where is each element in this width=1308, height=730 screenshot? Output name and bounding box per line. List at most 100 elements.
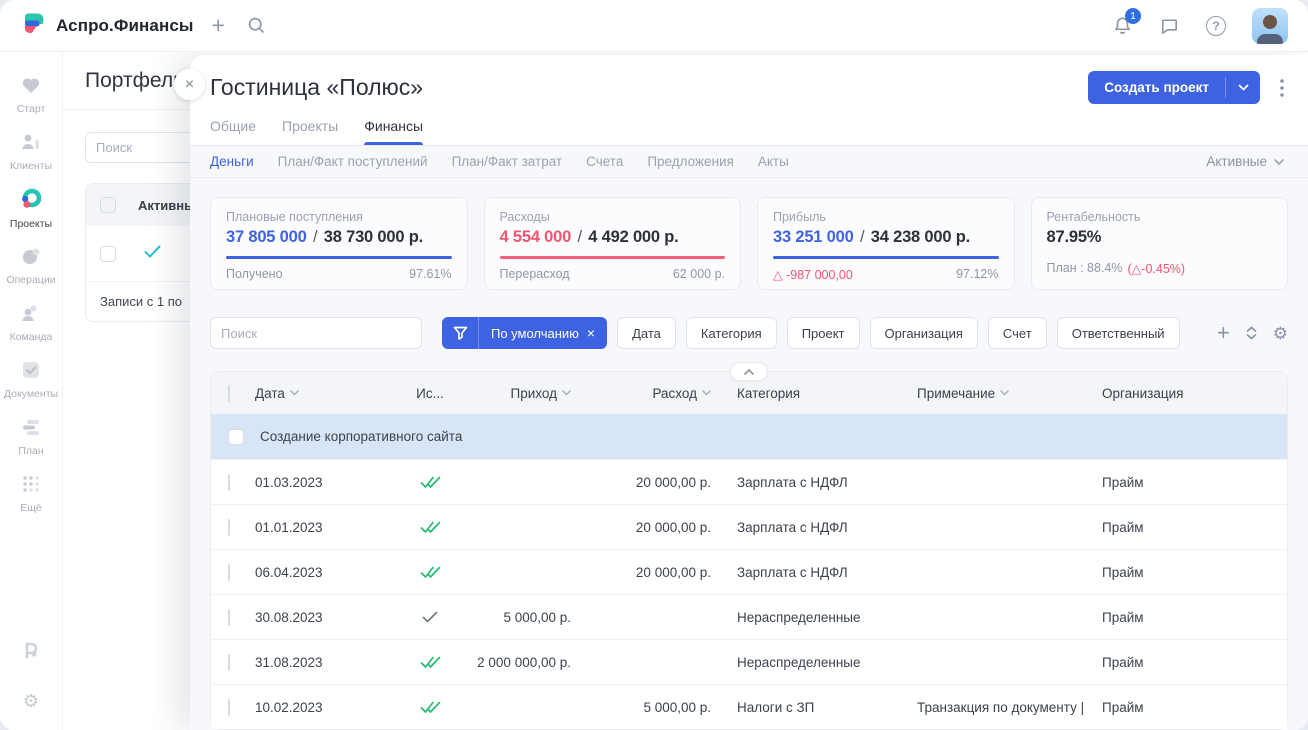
search-icon[interactable] bbox=[247, 16, 266, 35]
subtab-plan-fact-costs[interactable]: План/Факт затрат bbox=[452, 154, 563, 169]
user-avatar[interactable] bbox=[1252, 8, 1288, 44]
status-filter-dropdown[interactable]: Активные bbox=[1206, 154, 1284, 169]
sidebar: Старт Клиенты Проекты Операции bbox=[0, 52, 63, 730]
double-check-icon bbox=[385, 701, 475, 714]
remove-filter-icon[interactable]: × bbox=[587, 325, 607, 341]
expenses-value: 4 554 000 bbox=[500, 228, 572, 246]
avatar-head-shape bbox=[1263, 15, 1277, 29]
group-row[interactable]: Создание корпоративного сайта bbox=[211, 414, 1287, 459]
card-expenses: Расходы 4 554 000 / 4 492 000 р. Перерас… bbox=[484, 197, 742, 290]
row-checkbox[interactable] bbox=[228, 474, 230, 491]
sidebar-item-plan[interactable]: План bbox=[0, 408, 62, 465]
settings-gear-icon[interactable]: ⚙ bbox=[23, 692, 39, 710]
subtab-invoices[interactable]: Счета bbox=[586, 154, 623, 169]
heart-icon bbox=[20, 75, 42, 100]
more-actions-icon[interactable] bbox=[1276, 79, 1288, 97]
sidebar-item-clients[interactable]: Клиенты bbox=[0, 123, 62, 180]
sidebar-item-team[interactable]: Команда bbox=[0, 294, 62, 351]
profitability-delta: (△-0.45%) bbox=[1128, 261, 1186, 276]
transactions-table: Дата Ис... Приход Расход bbox=[210, 371, 1288, 730]
tab-projects[interactable]: Проекты bbox=[282, 118, 338, 145]
sort-chevron-icon bbox=[702, 390, 711, 396]
table-row[interactable]: 01.03.2023 20 000,00 р. Зарплата с НДФЛ … bbox=[211, 459, 1287, 504]
row-checkbox[interactable] bbox=[228, 519, 230, 536]
subtab-acts[interactable]: Акты bbox=[758, 154, 789, 169]
card-profitability: Рентабельность 87.95% План : 88.4% (△-0.… bbox=[1031, 197, 1289, 290]
sidebar-item-more[interactable]: Ещё bbox=[0, 465, 62, 522]
sidebar-item-operations[interactable]: Операции bbox=[0, 237, 62, 294]
tab-general[interactable]: Общие bbox=[210, 118, 256, 145]
sidebar-item-projects[interactable]: Проекты bbox=[0, 180, 62, 237]
column-header-category[interactable]: Категория bbox=[725, 386, 905, 401]
add-filter-icon[interactable]: + bbox=[1217, 322, 1230, 344]
create-project-button[interactable]: Создать проект bbox=[1088, 71, 1260, 104]
sidebar-item-start[interactable]: Старт bbox=[0, 66, 62, 123]
row-checkbox[interactable] bbox=[228, 699, 230, 716]
row-checkbox[interactable] bbox=[100, 246, 116, 262]
subtab-proposals[interactable]: Предложения bbox=[647, 154, 734, 169]
filter-account-button[interactable]: Счет bbox=[988, 317, 1047, 349]
row-checkbox[interactable] bbox=[228, 654, 230, 671]
filter-responsible-button[interactable]: Ответственный bbox=[1057, 317, 1180, 349]
filter-project-button[interactable]: Проект bbox=[787, 317, 860, 349]
filter-organization-button[interactable]: Организация bbox=[870, 317, 978, 349]
subtab-money[interactable]: Деньги bbox=[210, 154, 254, 169]
documents-icon bbox=[20, 360, 42, 385]
messages-icon[interactable] bbox=[1159, 15, 1180, 36]
notifications-bell-icon[interactable]: 1 bbox=[1112, 15, 1133, 36]
more-grid-icon bbox=[21, 474, 41, 499]
collapse-table-pill[interactable] bbox=[730, 362, 768, 381]
profit-value: 33 251 000 bbox=[773, 228, 854, 246]
column-header-date[interactable]: Дата bbox=[255, 386, 385, 401]
transactions-search-input[interactable] bbox=[210, 317, 422, 349]
project-detail-panel: × Гостиница «Полюс» Создать проект bbox=[190, 55, 1308, 730]
card-planned-income: Плановые поступления 37 805 000 / 38 730… bbox=[210, 197, 468, 290]
group-row-label: Создание корпоративного сайта bbox=[260, 429, 462, 444]
filter-date-button[interactable]: Дата bbox=[617, 317, 676, 349]
row-checkbox[interactable] bbox=[228, 429, 244, 445]
select-all-checkbox[interactable] bbox=[228, 385, 230, 402]
progress-bar bbox=[773, 256, 999, 259]
table-filter-bar: По умолчанию × Дата Категория Проект Орг… bbox=[190, 317, 1308, 349]
column-header-organization[interactable]: Организация bbox=[1090, 386, 1287, 401]
column-header-income[interactable]: Приход bbox=[475, 386, 585, 401]
sidebar-item-documents[interactable]: Документы bbox=[0, 351, 62, 408]
table-row[interactable]: 10.02.2023 5 000,00 р. Налоги с ЗП Транз… bbox=[211, 684, 1287, 729]
profitability-value: 87.95% bbox=[1047, 228, 1102, 246]
collapse-icon[interactable] bbox=[1246, 326, 1257, 340]
active-check-icon bbox=[144, 245, 161, 263]
select-all-checkbox[interactable] bbox=[100, 197, 116, 213]
project-tabs: Общие Проекты Финансы bbox=[210, 118, 1288, 145]
integrations-icon[interactable] bbox=[20, 639, 42, 666]
column-header-status[interactable]: Ис... bbox=[385, 386, 475, 401]
sort-chevron-icon bbox=[562, 390, 571, 396]
subtab-plan-fact-income[interactable]: План/Факт поступлений bbox=[278, 154, 428, 169]
profit-total: 34 238 000 р. bbox=[871, 228, 970, 246]
table-row[interactable]: 31.08.2023 2 000 000,00 р. Нераспределен… bbox=[211, 639, 1287, 684]
double-check-icon bbox=[385, 521, 475, 534]
row-checkbox[interactable] bbox=[228, 609, 230, 626]
tab-finance[interactable]: Финансы bbox=[364, 118, 423, 145]
close-panel-button[interactable]: × bbox=[174, 69, 205, 100]
panel-header: Гостиница «Полюс» Создать проект Общи bbox=[190, 55, 1308, 146]
create-project-dropdown-toggle[interactable] bbox=[1226, 71, 1260, 104]
finance-content: Деньги План/Факт поступлений План/Факт з… bbox=[190, 146, 1308, 730]
table-row[interactable]: 06.04.2023 20 000,00 р. Зарплата с НДФЛ … bbox=[211, 549, 1287, 594]
column-header-expense[interactable]: Расход bbox=[585, 386, 725, 401]
help-icon[interactable]: ? bbox=[1206, 16, 1226, 36]
overspend-value: 62 000 р. bbox=[673, 267, 725, 281]
notification-badge: 1 bbox=[1125, 8, 1141, 24]
table-settings-gear-icon[interactable]: ⚙ bbox=[1273, 325, 1288, 342]
active-filter-chip[interactable]: По умолчанию × bbox=[442, 317, 607, 349]
table-row[interactable]: 30.08.2023 5 000,00 р. Нераспределенные … bbox=[211, 594, 1287, 639]
page-title: Гостиница «Полюс» bbox=[210, 74, 423, 101]
topbar-add-icon[interactable]: + bbox=[212, 14, 225, 37]
table-row[interactable]: 01.01.2023 20 000,00 р. Зарплата с НДФЛ … bbox=[211, 504, 1287, 549]
column-header-note[interactable]: Примечание bbox=[905, 386, 1090, 401]
summary-cards: Плановые поступления 37 805 000 / 38 730… bbox=[190, 178, 1308, 290]
filter-category-button[interactable]: Категория bbox=[686, 317, 777, 349]
row-checkbox[interactable] bbox=[228, 564, 230, 581]
sort-chevron-icon bbox=[1000, 390, 1009, 396]
avatar-body-shape bbox=[1257, 34, 1283, 44]
sort-chevron-icon bbox=[290, 390, 299, 396]
